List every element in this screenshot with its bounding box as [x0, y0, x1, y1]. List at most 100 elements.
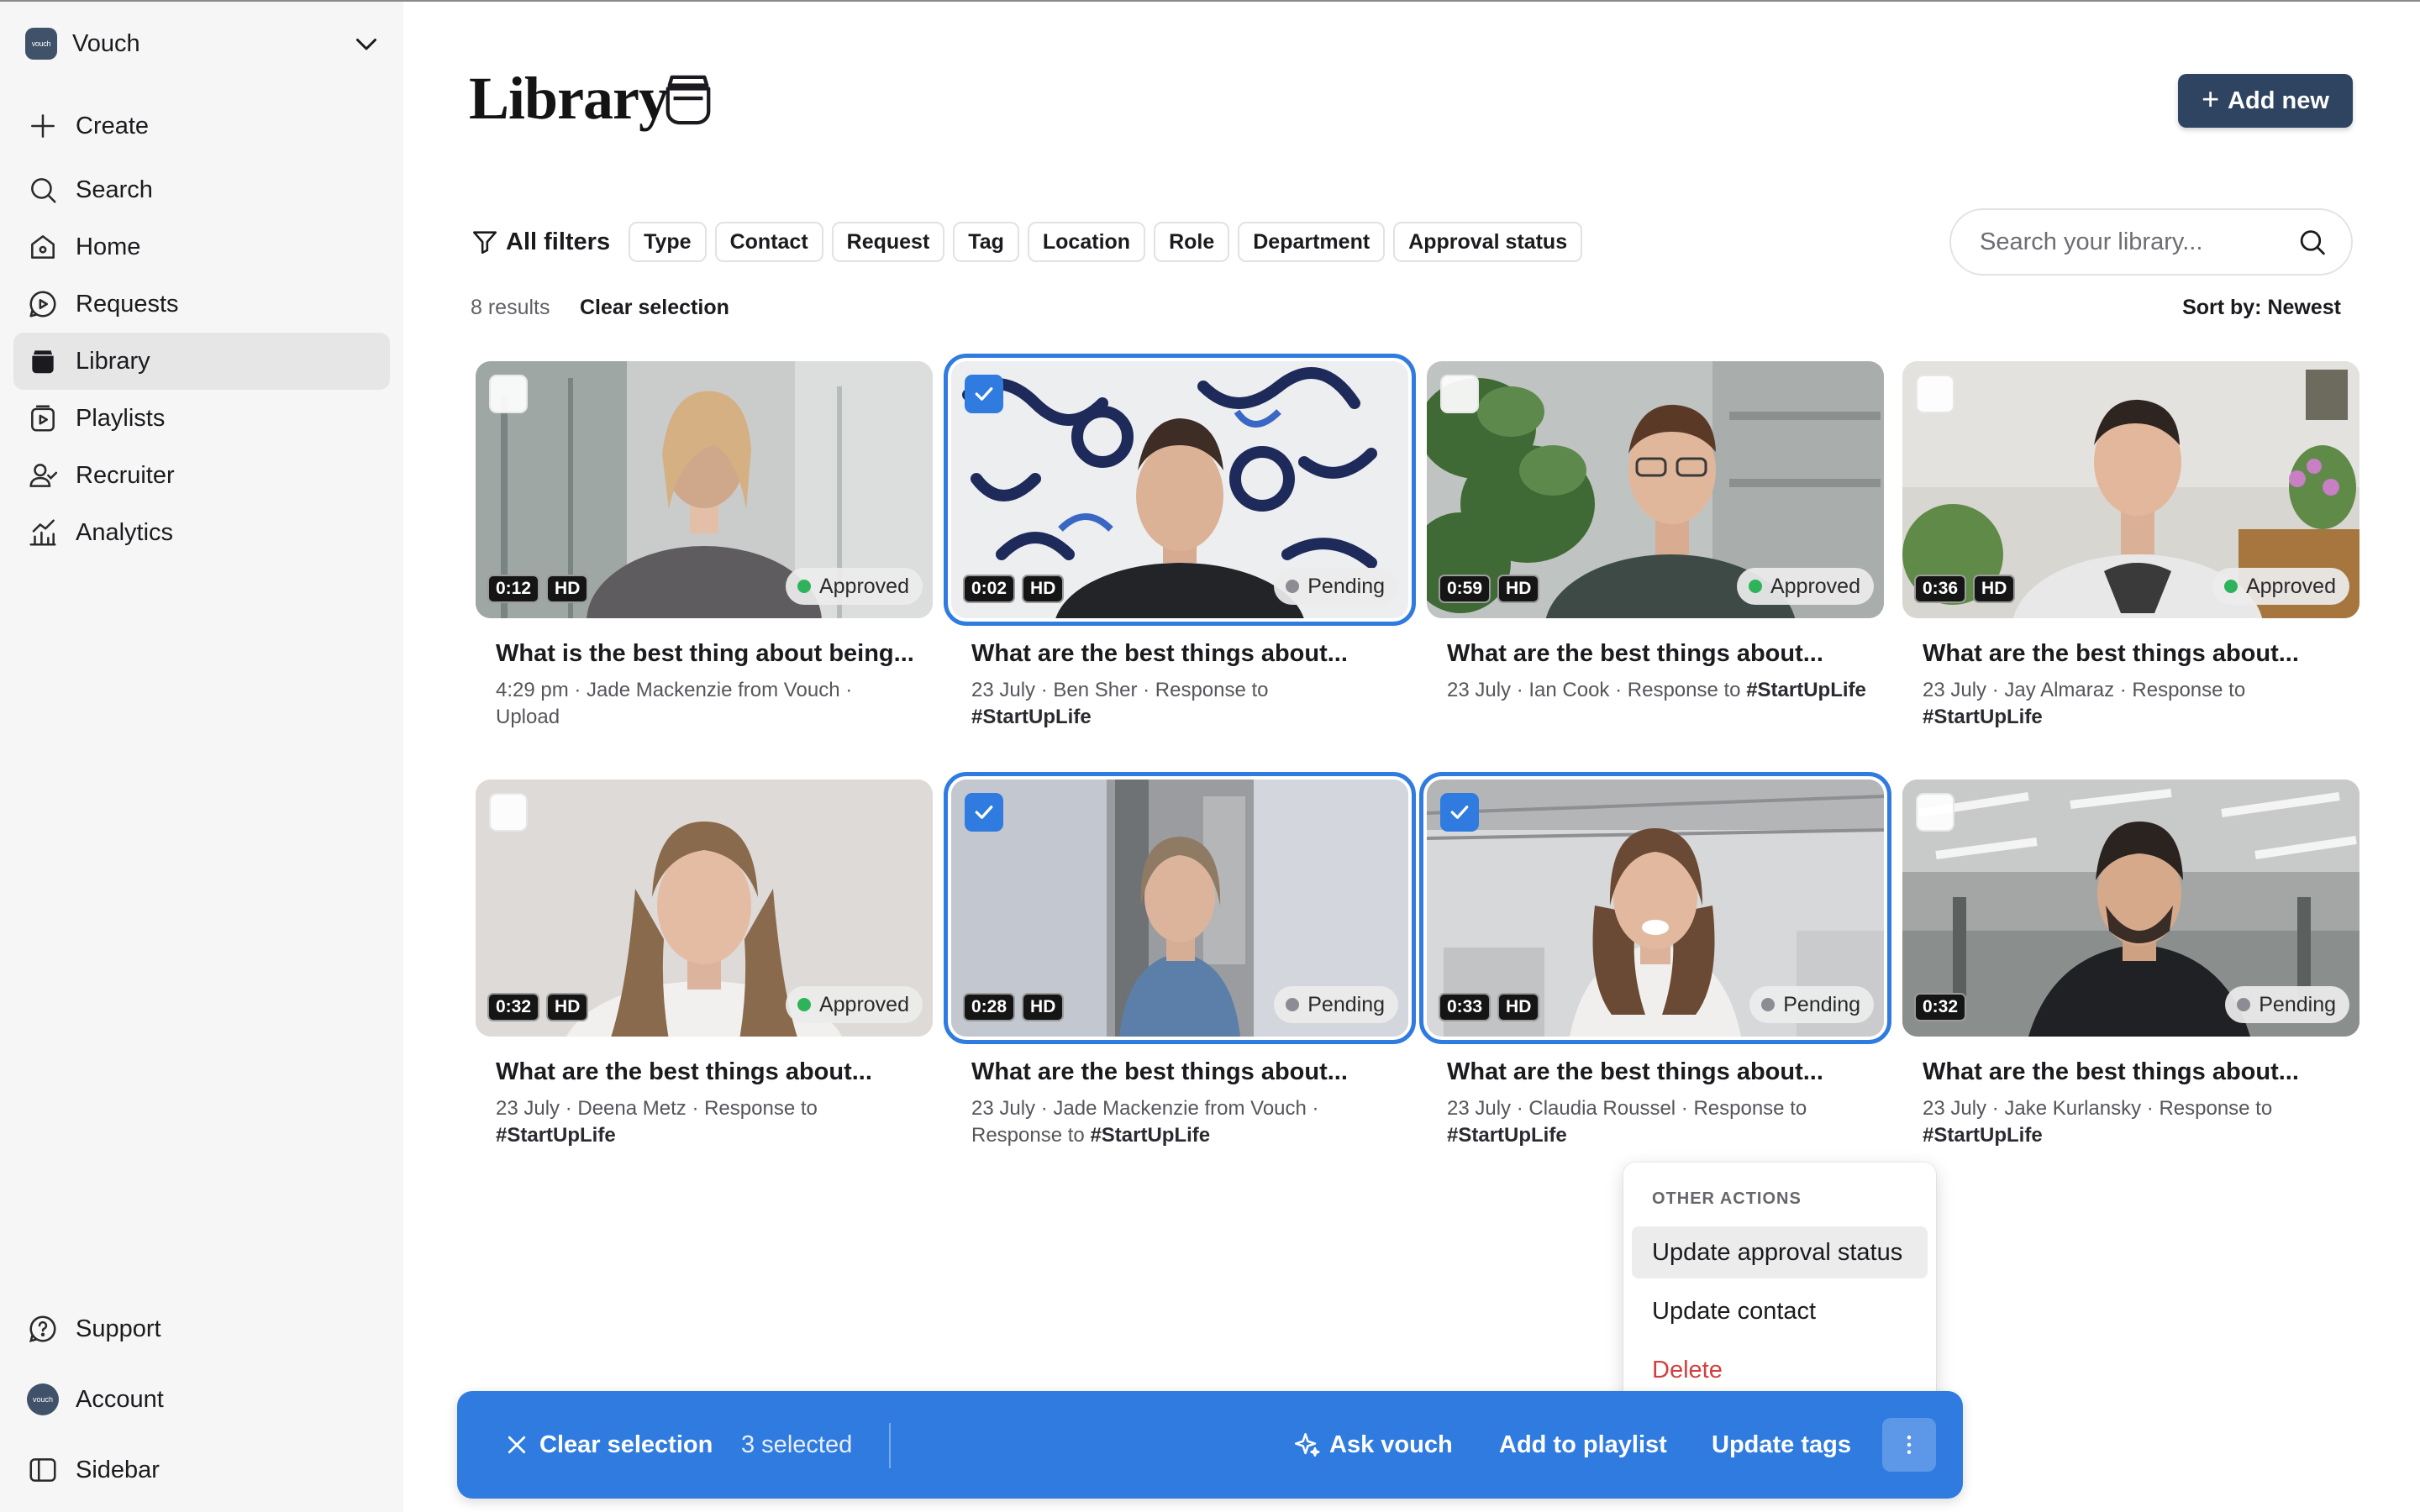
search-icon[interactable]	[2296, 225, 2328, 259]
sidebar-item-label: Home	[76, 233, 141, 260]
sidebar-item-label: Recruiter	[76, 461, 175, 489]
video-thumbnail[interactable]: 0:28 HD Pending	[944, 772, 1416, 1044]
select-checkbox[interactable]	[1916, 375, 1954, 413]
request-tag[interactable]: #StartUpLife	[1923, 1124, 2043, 1147]
video-card[interactable]: 0:32 Pending What are the best things ab…	[1902, 780, 2360, 1183]
select-checkbox[interactable]	[965, 793, 1003, 832]
card-title[interactable]: What are the best things about...	[1923, 640, 2360, 668]
filter-chip-contact[interactable]: Contact	[714, 222, 823, 262]
sort-dropdown[interactable]: Sort by: Newest	[2182, 296, 2341, 320]
search-input[interactable]	[1980, 228, 2296, 256]
status-dot	[1286, 998, 1300, 1011]
menu-item-update-approval-status[interactable]: Update approval status	[1632, 1226, 1928, 1278]
card-title[interactable]: What are the best things about...	[1447, 640, 1884, 668]
add-new-label: Add new	[2228, 87, 2329, 114]
sidebar-item-account[interactable]: vouch Account	[13, 1371, 390, 1428]
add-new-button[interactable]: + Add new	[2178, 74, 2353, 128]
update-tags-button[interactable]: Update tags	[1712, 1391, 1851, 1499]
card-title[interactable]: What is the best thing about being...	[496, 640, 933, 668]
hd-badge: HD	[1973, 575, 2016, 603]
sidebar-item-playlists[interactable]: Playlists	[13, 390, 390, 447]
request-tag[interactable]: #StartUpLife	[1447, 1124, 1567, 1147]
sidebar-item-create[interactable]: Create	[13, 97, 390, 155]
search-icon	[31, 178, 56, 203]
card-meta: 23 July · Deena Metz · Response to #Star…	[496, 1095, 916, 1149]
video-thumbnail[interactable]: 0:12 HD Approved	[476, 361, 933, 618]
home-icon	[31, 235, 55, 259]
checkmark-icon	[975, 806, 993, 819]
avatar-text: vouch	[32, 1395, 54, 1404]
card-title[interactable]: What are the best things about...	[971, 1058, 1408, 1086]
status-label: Approved	[818, 992, 909, 1016]
card-title[interactable]: What are the best things about...	[1923, 1058, 2360, 1086]
video-thumbnail[interactable]: 0:36 HD Approved	[1902, 361, 2360, 618]
sidebar-item-recruiter[interactable]: Recruiter	[13, 447, 390, 504]
video-thumbnail[interactable]: 0:02 HD Pending	[944, 354, 1416, 626]
card-title[interactable]: What are the best things about...	[496, 1058, 933, 1086]
select-checkbox[interactable]	[1440, 793, 1479, 832]
sidebar: vouch Vouch Create Search Home Requests …	[0, 2, 403, 1512]
ask-vouch-button[interactable]: Ask vouch	[1292, 1391, 1453, 1499]
sidebar-item-label: Account	[76, 1385, 164, 1413]
filter-chip-department[interactable]: Department	[1238, 222, 1386, 262]
video-thumbnail[interactable]: 0:33 HD Pending	[1419, 772, 1891, 1044]
sidebar-item-analytics[interactable]: Analytics	[13, 504, 390, 561]
status-label: Approved	[1770, 574, 1860, 598]
workspace-switcher[interactable]: vouch Vouch	[25, 22, 381, 66]
sidebar-item-library[interactable]: Library	[13, 333, 390, 390]
card-title[interactable]: What are the best things about...	[971, 640, 1408, 668]
request-tag[interactable]: #StartUpLife	[1746, 679, 1866, 701]
clear-selection-button[interactable]: Clear selection	[504, 1391, 713, 1499]
all-filters-label: All filters	[506, 228, 611, 255]
video-card[interactable]: 0:36 HD Approved What are the best thing…	[1902, 361, 2360, 764]
video-card[interactable]: 0:32 HD Approved What are the best thing…	[476, 780, 933, 1183]
sidebar-item-label: Requests	[76, 290, 179, 318]
filter-chip-request[interactable]: Request	[831, 222, 945, 262]
select-checkbox[interactable]	[489, 793, 528, 832]
video-card[interactable]: 0:59 HD Approved What are the best thing…	[1427, 361, 1884, 764]
request-tag[interactable]: #StartUpLife	[971, 706, 1092, 728]
filter-chip-tag[interactable]: Tag	[953, 222, 1019, 262]
sidebar-item-requests[interactable]: Requests	[13, 276, 390, 333]
clear-selection-link[interactable]: Clear selection	[580, 296, 729, 320]
menu-item-delete[interactable]: Delete	[1632, 1344, 1928, 1396]
duration-badge: 0:32	[1914, 993, 1967, 1021]
video-thumbnail[interactable]: 0:32 Pending	[1902, 780, 2360, 1037]
add-to-playlist-button[interactable]: Add to playlist	[1499, 1391, 1667, 1499]
sidebar-item-home[interactable]: Home	[13, 218, 390, 276]
filter-chip-type[interactable]: Type	[629, 222, 707, 262]
filter-chip-role[interactable]: Role	[1154, 222, 1230, 262]
video-card[interactable]: 0:33 HD Pending What are the best things…	[1419, 772, 1891, 1183]
duration-badge: 0:33	[1439, 993, 1491, 1021]
video-card[interactable]: 0:12 HD Approved What is the best thing …	[476, 361, 933, 764]
select-checkbox[interactable]	[965, 375, 1003, 413]
video-thumbnail[interactable]: 0:59 HD Approved	[1427, 361, 1884, 618]
card-meta: 23 July · Jade Mackenzie from Vouch · Re…	[971, 1095, 1392, 1149]
sidebar-item-search[interactable]: Search	[13, 161, 390, 218]
filter-chip-approval-status[interactable]: Approval status	[1393, 222, 1583, 262]
status-dot	[2237, 998, 2251, 1011]
status-dot	[1286, 580, 1300, 593]
chevron-down-icon	[356, 39, 376, 50]
filter-chip-location[interactable]: Location	[1027, 222, 1146, 262]
select-checkbox[interactable]	[1440, 375, 1479, 413]
select-checkbox[interactable]	[489, 375, 528, 413]
request-tag[interactable]: #StartUpLife	[496, 1124, 616, 1147]
sidebar-item-sidebar-toggle[interactable]: Sidebar	[13, 1441, 390, 1499]
checkmark-icon	[1450, 806, 1469, 819]
request-tag[interactable]: #StartUpLife	[1090, 1124, 1210, 1147]
select-checkbox[interactable]	[1916, 793, 1954, 832]
sidebar-item-support[interactable]: Support	[13, 1300, 390, 1357]
video-thumbnail[interactable]: 0:32 HD Approved	[476, 780, 933, 1037]
request-tag[interactable]: #StartUpLife	[1923, 706, 2043, 728]
workspace-name: Vouch	[72, 29, 140, 57]
video-card[interactable]: 0:28 HD Pending What are the best things…	[944, 772, 1416, 1183]
all-filters-button[interactable]: All filters	[471, 228, 610, 256]
filter-icon	[472, 231, 497, 255]
card-title[interactable]: What are the best things about...	[1447, 1058, 1884, 1086]
video-card[interactable]: 0:02 HD Pending What are the best things…	[944, 354, 1416, 764]
hd-badge: HD	[1022, 993, 1065, 1021]
menu-item-update-contact[interactable]: Update contact	[1632, 1285, 1928, 1337]
close-icon	[508, 1436, 526, 1454]
more-actions-button[interactable]	[1882, 1418, 1936, 1472]
